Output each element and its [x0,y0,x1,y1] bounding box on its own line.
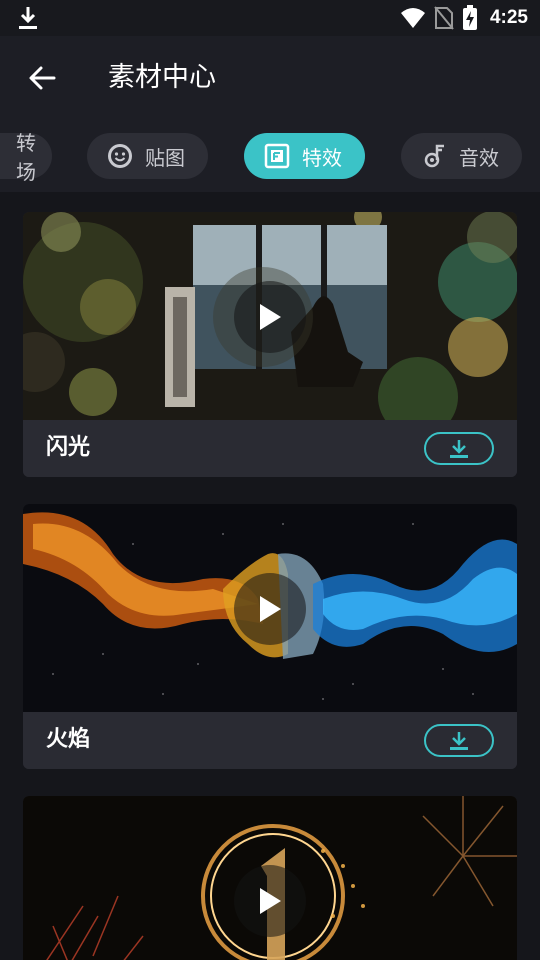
effect-title: 火焰 [46,727,91,752]
effect-card[interactable] [23,796,517,960]
play-preview-button[interactable] [234,573,306,645]
play-preview-button[interactable] [234,281,306,353]
effect-title: 闪光 [46,435,91,460]
tab-label: 特效 [302,145,342,170]
play-icon [260,304,281,330]
battery-charging-icon [462,5,477,30]
page-title: 素材中心 [108,62,216,93]
tab-label: 转场 [16,131,36,184]
effects-list: 闪光 火焰 [0,192,540,960]
card-footer: 火焰 [23,712,517,769]
tab-sound-effects[interactable]: 音效 [401,133,522,179]
play-preview-button[interactable] [234,865,306,937]
effect-thumbnail [23,504,517,712]
play-icon [260,888,281,914]
no-sim-icon [434,6,454,30]
effect-thumbnail [23,796,517,960]
category-tabs: 转场 贴图 特效 音效 [0,120,540,192]
tab-label: 音效 [459,145,499,170]
tab-label: 贴图 [145,145,185,170]
effect-frame-icon [264,143,290,169]
sticker-face-icon [107,143,133,169]
card-footer: 闪光 [23,420,517,477]
download-notification-icon [19,7,37,29]
status-time: 4:25 [489,7,528,28]
app-header: 素材中心 [0,36,540,120]
wifi-icon [400,8,425,28]
back-button[interactable] [24,60,60,96]
tab-transition[interactable]: 转场 [0,131,52,184]
tab-sticker[interactable]: 贴图 [87,133,208,179]
download-button[interactable] [424,724,494,757]
effect-thumbnail [23,212,517,420]
download-icon [450,731,468,750]
effect-card[interactable]: 闪光 [23,212,517,477]
download-icon [450,439,468,458]
play-icon [260,596,281,622]
music-note-icon [421,143,447,169]
arrow-left-icon [29,66,56,90]
effect-card[interactable]: 火焰 [23,504,517,769]
download-button[interactable] [424,432,494,465]
tab-effects[interactable]: 特效 [244,133,365,179]
status-bar: 4:25 [0,0,540,36]
